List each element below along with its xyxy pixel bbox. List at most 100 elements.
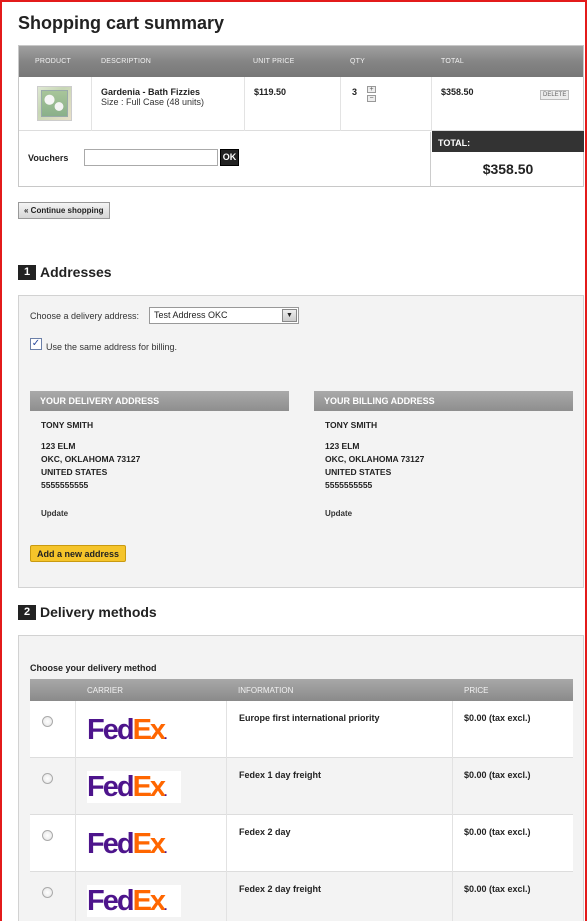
delivery-name: TONY SMITH [41, 420, 94, 430]
carrier-cell: FedEx. [76, 701, 227, 758]
continue-shopping-button[interactable]: « Continue shopping [18, 202, 110, 219]
total-cell: $358.50 [432, 77, 528, 131]
delivery-method-row[interactable]: FedEx. Fedex 2 day freight $0.00 (tax excl… [30, 872, 573, 921]
information-cell [227, 758, 453, 815]
product-name[interactable]: Gardenia - Bath Fizzies [101, 87, 244, 97]
delivery-method-info: Europe first international priority [239, 713, 380, 723]
delivery-method-radio[interactable] [42, 887, 53, 898]
col-header-qty: QTY [350, 58, 365, 65]
delivery-method-info: Fedex 1 day freight [239, 770, 322, 780]
billing-street: 123 ELM [325, 441, 360, 451]
unit-price: $119.50 [254, 87, 287, 97]
qty-value: 3 [352, 87, 358, 97]
total-label: TOTAL: [432, 131, 584, 152]
col-header-information: INFORMATION [238, 686, 294, 695]
delivery-address-select[interactable]: Test Address OKC ▼ [149, 307, 299, 324]
delivery-method-row[interactable]: FedEx. Fedex 2 day $0.00 (tax excl.) [30, 815, 573, 872]
same-billing-checkbox[interactable]: ✓ [30, 338, 42, 350]
carrier-cell: FedEx. [76, 872, 227, 921]
billing-address-heading: YOUR BILLING ADDRESS [314, 391, 573, 411]
delivery-method-price: $0.00 (tax excl.) [464, 884, 531, 894]
delivery-address-body: TONY SMITH 123 ELM OKC, OKLAHOMA 73127 U… [30, 411, 289, 528]
page-title: Shopping cart summary [18, 13, 225, 33]
cart-table: PRODUCT DESCRIPTION UNIT PRICE QTY TOTAL… [18, 45, 584, 187]
delivery-method-row[interactable]: FedEx. Fedex 1 day freight $0.00 (tax excl… [30, 758, 573, 815]
cart-header-row: PRODUCT DESCRIPTION UNIT PRICE QTY TOTAL [19, 46, 583, 77]
delivery-header-row: CARRIER INFORMATION PRICE [30, 679, 573, 701]
fedex-logo-icon: FedEx. [87, 885, 181, 917]
delivery-phone: 5555555555 [41, 480, 89, 490]
delete-button[interactable]: DELETE [540, 90, 570, 100]
delivery-panel: Choose your delivery method CARRIER INFO… [18, 635, 584, 921]
delivery-methods-body: FedEx. Europe first international priorit… [30, 701, 573, 921]
col-header-total: TOTAL [441, 58, 464, 65]
delivery-method-radio[interactable] [42, 773, 53, 784]
delivery-address-label: Choose a delivery address: [30, 311, 140, 321]
billing-update-link[interactable]: Update [325, 507, 562, 520]
voucher-label: Vouchers [28, 153, 69, 163]
qty-stepper: + − [367, 86, 376, 102]
delivery-country: UNITED STATES [41, 467, 108, 477]
page-frame: Shopping cart summary PRODUCT DESCRIPTIO… [0, 0, 587, 921]
information-cell [227, 872, 453, 921]
product-size: Size : Full Case (48 units) [101, 97, 205, 107]
delivery-method-row[interactable]: FedEx. Europe first international priorit… [30, 701, 573, 758]
billing-name: TONY SMITH [325, 420, 378, 430]
delivery-methods-table: CARRIER INFORMATION PRICE FedEx. Europe f… [30, 679, 573, 921]
billing-address-body: TONY SMITH 123 ELM OKC, OKLAHOMA 73127 U… [314, 411, 573, 528]
delivery-method-info: Fedex 2 day freight [239, 884, 322, 894]
col-header-carrier: CARRIER [87, 686, 124, 695]
voucher-area: Vouchers OK [19, 132, 431, 187]
col-header-price: PRICE [464, 686, 489, 695]
delivery-method-price: $0.00 (tax excl.) [464, 827, 531, 837]
delivery-city: OKC, OKLAHOMA 73127 [41, 454, 141, 464]
voucher-ok-button[interactable]: OK [220, 149, 239, 166]
carrier-cell: FedEx. [76, 758, 227, 815]
voucher-input[interactable] [84, 149, 218, 166]
delivery-update-link[interactable]: Update [41, 507, 278, 520]
delivery-street: 123 ELM [41, 441, 76, 451]
line-total: $358.50 [441, 87, 474, 97]
col-header-description: DESCRIPTION [101, 58, 152, 65]
chevron-down-icon[interactable]: ▼ [282, 309, 297, 322]
delivery-method-price: $0.00 (tax excl.) [464, 770, 531, 780]
qty-decrease-button[interactable]: − [367, 95, 376, 102]
unit-price-cell: $119.50 [245, 77, 341, 131]
delivery-method-radio[interactable] [42, 716, 53, 727]
fedex-logo-icon: FedEx. [87, 714, 181, 746]
delivery-address-card: YOUR DELIVERY ADDRESS TONY SMITH 123 ELM… [30, 391, 289, 528]
billing-country: UNITED STATES [325, 467, 392, 477]
fedex-logo-icon: FedEx. [87, 828, 181, 860]
qty-cell: 3 + − [341, 77, 432, 131]
cart-item-row: Gardenia - Bath Fizzies Size : Full Case… [19, 77, 583, 131]
billing-address-card: YOUR BILLING ADDRESS TONY SMITH 123 ELM … [314, 391, 573, 528]
addresses-title: Addresses [40, 264, 112, 280]
delivery-method-info: Fedex 2 day [239, 827, 291, 837]
delivery-method-price: $0.00 (tax excl.) [464, 713, 531, 723]
step-number-badge: 1 [18, 264, 36, 280]
selected-address: Test Address OKC [154, 310, 228, 320]
qty-increase-button[interactable]: + [367, 86, 376, 93]
choose-delivery-label: Choose your delivery method [30, 663, 157, 673]
addresses-panel: Choose a delivery address: Test Address … [18, 295, 584, 588]
billing-phone: 5555555555 [325, 480, 373, 490]
description-cell: Gardenia - Bath Fizzies Size : Full Case… [92, 77, 245, 131]
radio-cell [30, 815, 76, 872]
radio-cell [30, 872, 76, 921]
col-header-product: PRODUCT [35, 58, 72, 65]
step-number-badge: 2 [18, 604, 36, 620]
product-cell [19, 77, 92, 131]
cart-total-box: TOTAL: $358.50 [432, 131, 584, 187]
delivery-address-heading: YOUR DELIVERY ADDRESS [30, 391, 289, 411]
addresses-section-title: 1 Addresses [18, 264, 112, 280]
delivery-method-radio[interactable] [42, 830, 53, 841]
radio-cell [30, 701, 76, 758]
add-address-button[interactable]: Add a new address [30, 545, 127, 562]
total-value: $358.50 [482, 161, 534, 177]
delivery-title: Delivery methods [40, 604, 157, 620]
product-thumbnail[interactable] [37, 86, 72, 121]
carrier-cell: FedEx. [76, 815, 227, 872]
col-header-unit-price: UNIT PRICE [253, 58, 295, 65]
information-cell [227, 701, 453, 758]
fedex-logo-icon: FedEx. [87, 771, 181, 803]
